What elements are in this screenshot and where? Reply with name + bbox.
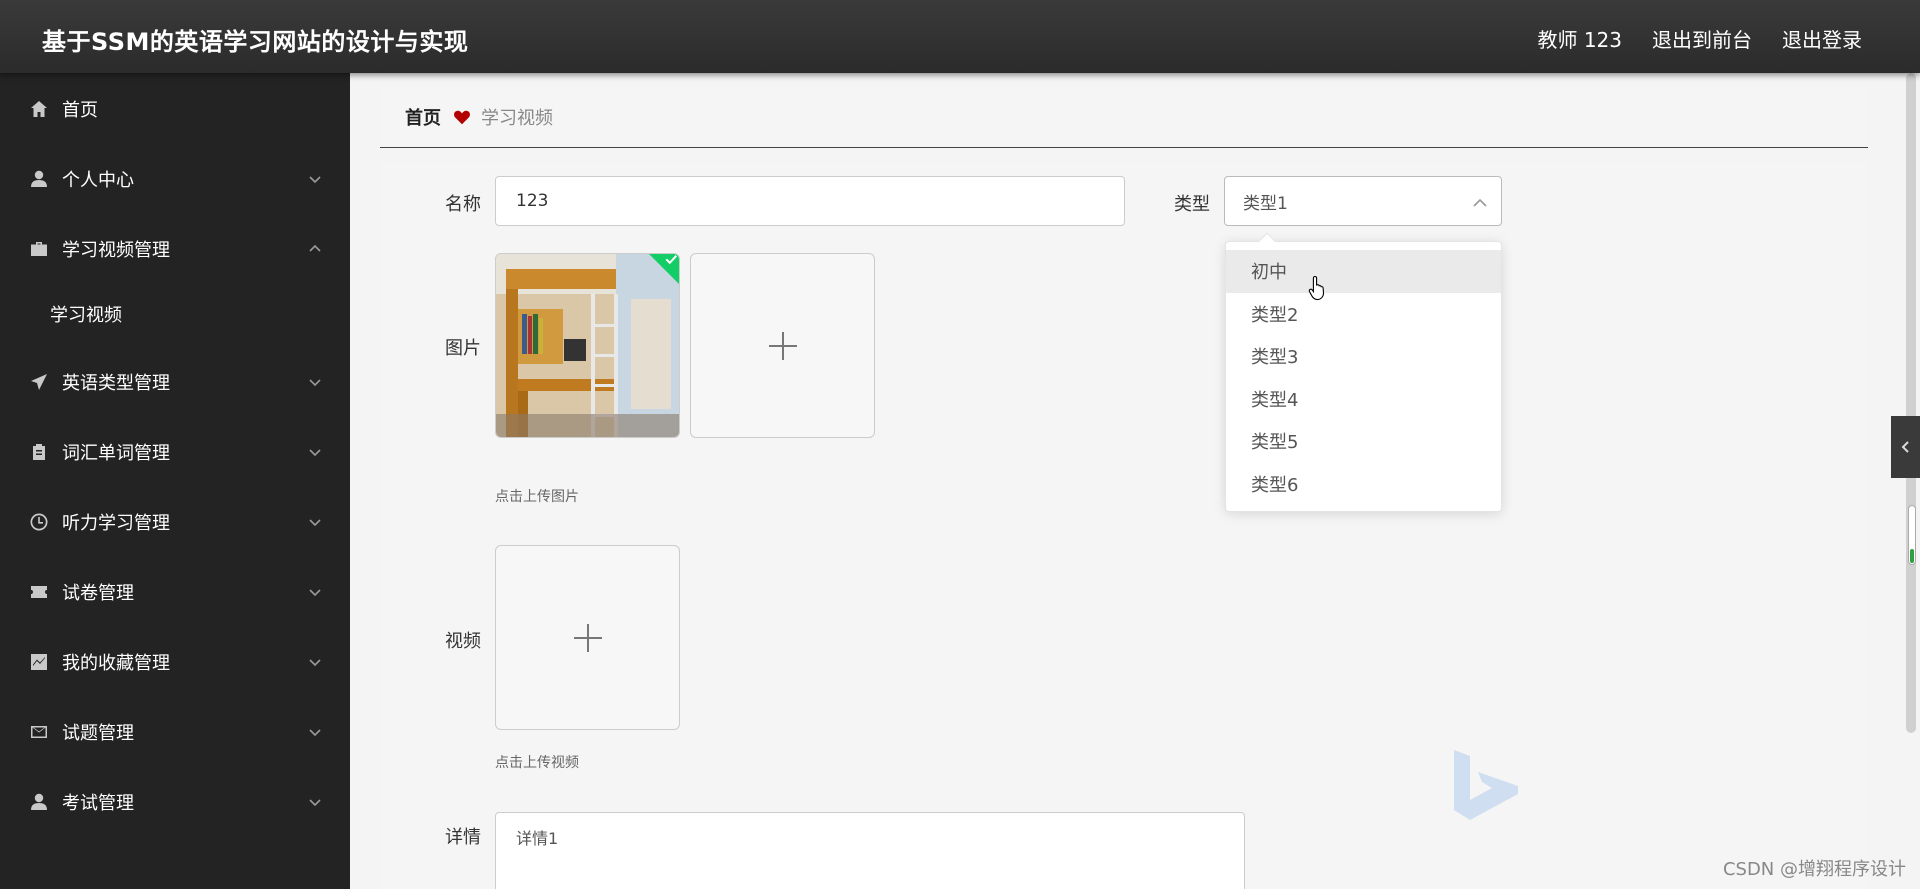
person-icon [28,791,50,813]
current-user-link[interactable]: 教师 123 [1537,24,1622,53]
sidebar-item-home[interactable]: 首页 [0,89,350,129]
image-upload-hint: 点击上传图片 [495,489,579,505]
heart-icon [453,108,471,126]
sidebar-item-label: 听力学习管理 [62,513,170,534]
chevron-down-icon [308,723,324,739]
sidebar-item-label: 学习视频管理 [62,240,170,261]
chevron-up-icon [1473,193,1487,213]
name-input[interactable]: 123 [495,176,1125,226]
clock-icon [28,511,50,533]
chevron-down-icon [308,793,324,809]
exit-to-front-link[interactable]: 退出到前台 [1652,24,1752,53]
clipboard-icon [28,441,50,463]
sidebar-item-label: 我的收藏管理 [62,653,170,674]
chevron-down-icon [308,170,324,186]
image-label: 图片 [445,338,481,359]
sidebar-item-label: 个人中心 [62,170,134,191]
hand-cursor-icon [1308,275,1325,301]
home-icon [28,98,50,120]
breadcrumb: 首页 学习视频 [380,86,1868,148]
sidebar-item-label: 词汇单词管理 [62,443,170,464]
type-option[interactable]: 类型5 [1226,420,1501,463]
chevron-down-icon [308,373,324,389]
chevron-left-icon [1901,441,1909,453]
detail-textarea-value: 详情1 [516,829,559,848]
name-label: 名称 [445,194,481,215]
sidebar: 首页 个人中心 学习视频管理 学习视频 英语类型管理 词汇单词管理 听力学习管理… [0,73,350,889]
sidebar-subitem-label: 学习视频 [50,305,122,326]
sidebar-item-favorites[interactable]: 我的收藏管理 [0,642,350,682]
bing-logo-watermark [1454,750,1518,820]
image-upload-button[interactable] [690,253,875,438]
sidebar-item-personal-center[interactable]: 个人中心 [0,159,350,199]
chevron-up-icon [308,240,324,256]
sidebar-item-exam-papers[interactable]: 试卷管理 [0,572,350,612]
chevron-down-icon [308,443,324,459]
sidebar-item-label: 试题管理 [62,723,134,744]
briefcase-icon [28,238,50,260]
user-icon [28,168,50,190]
plus-icon [768,331,797,360]
site-title: 基于SSM的英语学习网站的设计与实现 [42,28,469,56]
detail-label: 详情 [445,827,481,848]
type-label: 类型 [1174,194,1210,215]
sidebar-item-vocabulary[interactable]: 词汇单词管理 [0,432,350,472]
video-label: 视频 [445,631,481,652]
sidebar-item-english-type[interactable]: 英语类型管理 [0,362,350,402]
page-scrollbar[interactable] [1906,73,1916,733]
ticket-icon [28,581,50,603]
room-photo [496,254,679,437]
sidebar-subitem-study-video[interactable]: 学习视频 [0,294,350,334]
sidebar-item-label: 考试管理 [62,793,134,814]
type-option[interactable]: 初中 [1226,250,1501,293]
scroll-indicator [1908,505,1916,565]
type-dropdown-menu: 初中 类型2 类型3 类型4 类型5 类型6 [1225,232,1502,512]
type-option[interactable]: 类型3 [1226,335,1501,378]
chart-icon [28,651,50,673]
sidebar-item-listening[interactable]: 听力学习管理 [0,502,350,542]
type-option[interactable]: 类型4 [1226,378,1501,421]
send-icon [28,371,50,393]
sidebar-item-questions[interactable]: 试题管理 [0,712,350,752]
chevron-down-icon [308,513,324,529]
name-input-value: 123 [516,191,549,211]
sidebar-item-video-management[interactable]: 学习视频管理 [0,229,350,269]
breadcrumb-home[interactable]: 首页 [405,104,441,130]
header-links: 教师 123 退出到前台 退出登录 [1537,24,1862,53]
type-option[interactable]: 类型2 [1226,293,1501,336]
sidebar-item-label: 首页 [62,100,98,121]
sidebar-item-label: 试卷管理 [62,583,134,604]
type-select[interactable]: 类型1 [1224,176,1502,226]
top-header: 基于SSM的英语学习网站的设计与实现 教师 123 退出到前台 退出登录 [0,0,1920,73]
chevron-down-icon [308,583,324,599]
collapse-panel-button[interactable] [1891,416,1920,478]
chevron-down-icon [308,653,324,669]
video-upload-hint: 点击上传视频 [495,755,579,771]
plus-icon [573,623,602,652]
uploaded-image-thumbnail[interactable] [495,253,680,438]
sidebar-item-label: 英语类型管理 [62,373,170,394]
video-upload-button[interactable] [495,545,680,730]
mail-icon [28,721,50,743]
logout-link[interactable]: 退出登录 [1782,24,1862,53]
sidebar-item-exams[interactable]: 考试管理 [0,782,350,822]
csdn-watermark: CSDN @增翔程序设计 [1722,859,1906,880]
detail-textarea[interactable]: 详情1 [495,812,1245,889]
breadcrumb-current: 学习视频 [481,107,553,129]
type-select-value: 类型1 [1243,193,1288,214]
type-option[interactable]: 类型6 [1226,463,1501,506]
